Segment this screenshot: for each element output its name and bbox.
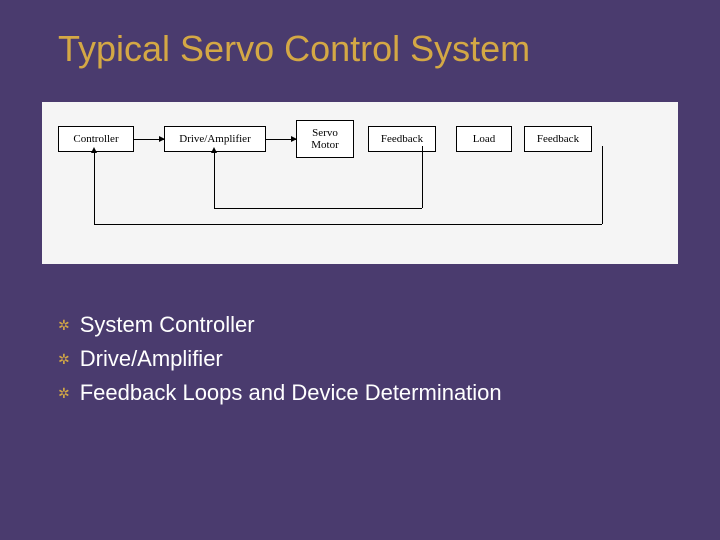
block-feedback-1: Feedback — [368, 126, 436, 152]
bullet-icon: ✲ — [58, 383, 70, 405]
list-item: ✲ Feedback Loops and Device Determinatio… — [58, 376, 720, 410]
arrow-icon — [266, 139, 296, 140]
bullet-text: System Controller — [80, 308, 255, 342]
page-title: Typical Servo Control System — [0, 0, 720, 70]
bullet-list: ✲ System Controller ✲ Drive/Amplifier ✲ … — [58, 308, 720, 410]
block-row: Controller Drive/Amplifier ServoMotor Fe… — [58, 120, 592, 158]
bullet-text: Feedback Loops and Device Determination — [80, 376, 502, 410]
arrow-up-icon — [91, 147, 97, 153]
block-load: Load — [456, 126, 512, 152]
arrow-icon — [134, 139, 164, 140]
block-feedback-2: Feedback — [524, 126, 592, 152]
bullet-icon: ✲ — [58, 315, 70, 337]
list-item: ✲ Drive/Amplifier — [58, 342, 720, 376]
bullet-text: Drive/Amplifier — [80, 342, 223, 376]
bullet-icon: ✲ — [58, 349, 70, 371]
arrow-up-icon — [211, 147, 217, 153]
block-motor: ServoMotor — [296, 120, 354, 158]
list-item: ✲ System Controller — [58, 308, 720, 342]
slide: Typical Servo Control System Controller … — [0, 0, 720, 540]
servo-diagram: Controller Drive/Amplifier ServoMotor Fe… — [42, 102, 678, 264]
